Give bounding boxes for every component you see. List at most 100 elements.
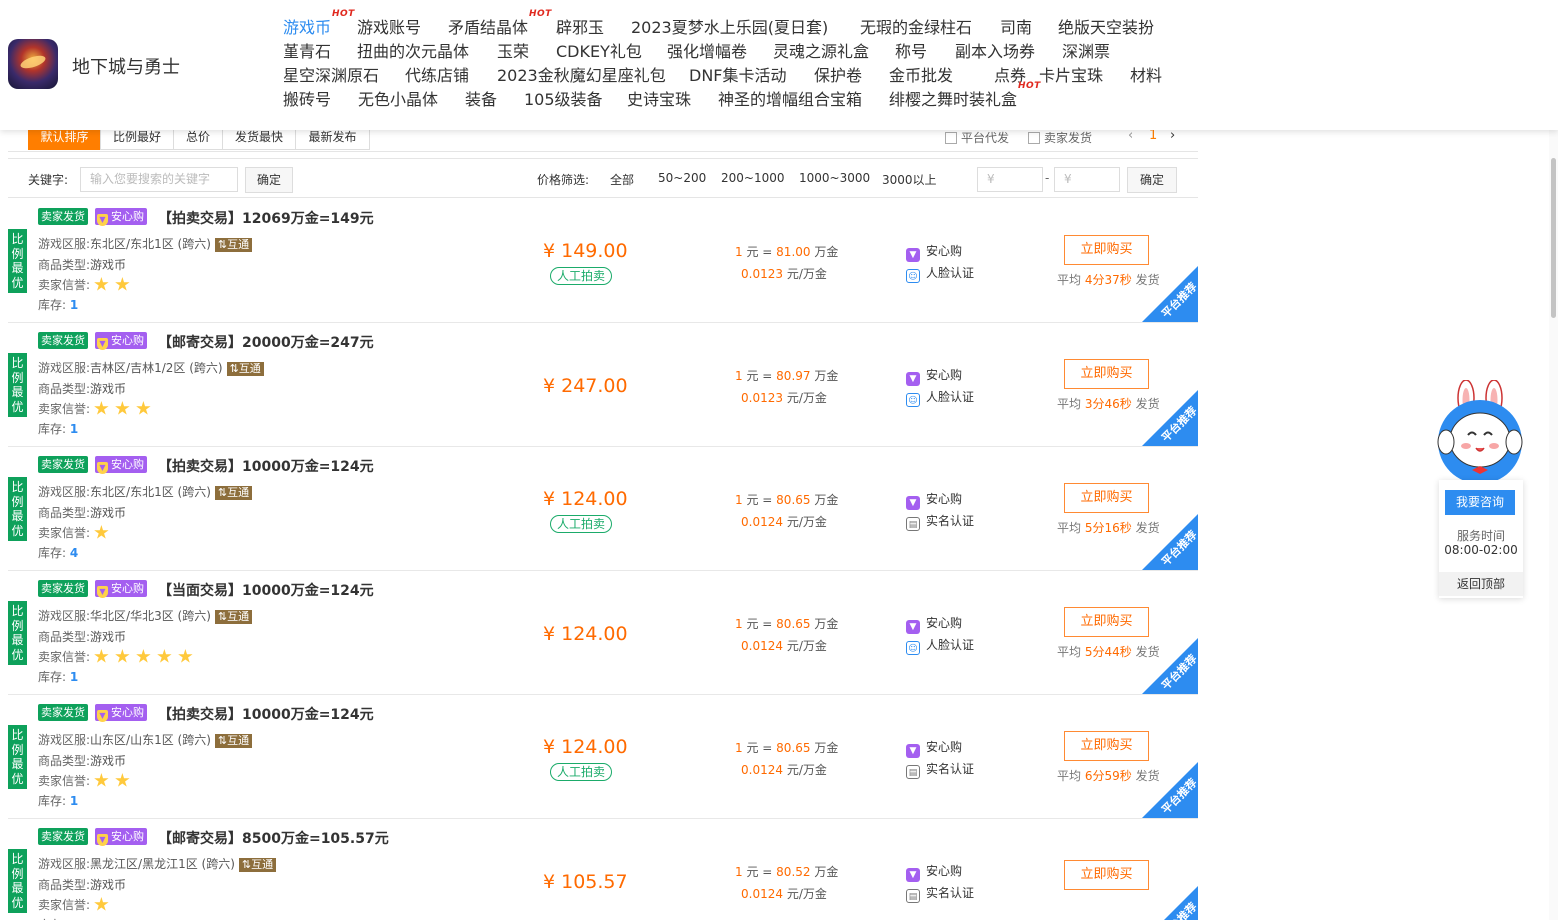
nav-item[interactable]: 神圣的增幅组合宝箱 bbox=[718, 88, 862, 112]
nav-item[interactable]: 深渊票 bbox=[1062, 40, 1110, 64]
price-option-3000-plus[interactable]: 3000以上 bbox=[882, 171, 937, 188]
nav-item[interactable]: 105级装备 bbox=[524, 88, 603, 112]
keyword-input[interactable]: 输入您要搜索的关键字 bbox=[80, 167, 238, 192]
nav-item[interactable]: 扭曲的次元晶体 bbox=[357, 40, 469, 64]
nav-item[interactable]: CDKEY礼包 bbox=[556, 40, 642, 64]
buy-now-button[interactable]: 立即购买 bbox=[1064, 483, 1149, 513]
nav-item[interactable]: 游戏币 bbox=[283, 16, 331, 40]
current-page[interactable]: 1 bbox=[1149, 128, 1157, 143]
listing-title[interactable]: 【邮寄交易】20000万金=247元 bbox=[158, 332, 374, 352]
badge-label: 互通 bbox=[227, 610, 250, 623]
next-page-button[interactable]: › bbox=[1170, 128, 1175, 143]
nav-item[interactable]: 保护卷 bbox=[814, 64, 862, 88]
nav-item[interactable]: 2023金秋魔幻星座礼包 bbox=[497, 64, 666, 88]
listing-title[interactable]: 【当面交易】10000万金=124元 bbox=[158, 580, 374, 600]
nav-item[interactable]: 绝版天空装扮 bbox=[1058, 16, 1154, 40]
platform-ship-checkbox[interactable]: 平台代发 bbox=[945, 129, 1009, 146]
game-logo[interactable] bbox=[8, 39, 58, 89]
nav-item[interactable]: 卡片宝珠 bbox=[1039, 64, 1103, 88]
nav-item[interactable]: 副本入场券 bbox=[955, 40, 1035, 64]
nav-item[interactable]: 2023夏梦水上乐园(夏日套) bbox=[631, 16, 828, 40]
nav-item[interactable]: 辟邪玉 bbox=[556, 16, 604, 40]
safe-buy-service: ▼ 安心购 bbox=[906, 614, 962, 634]
price-option-200-1000[interactable]: 200~1000 bbox=[721, 171, 785, 185]
nav-item[interactable]: 绯樱之舞时装礼盒 bbox=[889, 88, 1017, 112]
checkbox-icon[interactable] bbox=[945, 132, 957, 144]
back-to-top-button[interactable]: 返回顶部 bbox=[1439, 572, 1523, 596]
buy-now-button[interactable]: 立即购买 bbox=[1064, 860, 1149, 890]
game-title[interactable]: 地下城与勇士 bbox=[72, 53, 180, 79]
page-scrollbar[interactable] bbox=[1549, 0, 1558, 920]
badge-label: 平台推荐 bbox=[1158, 899, 1198, 920]
nav-item[interactable]: 史诗宝珠 bbox=[627, 88, 691, 112]
listing-row[interactable]: 比例最优 卖家发货 ▼ 安心购 【拍卖交易】10000万金=124元 游戏区服:东北区/东… bbox=[8, 447, 1198, 571]
scrollbar-thumb[interactable] bbox=[1551, 158, 1556, 318]
id-verify-icon: ▤ bbox=[906, 889, 920, 903]
prev-page-button[interactable]: ‹ bbox=[1128, 128, 1133, 143]
min-price-input[interactable]: ¥ bbox=[977, 167, 1043, 192]
nav-item[interactable]: 无瑕的金绿柱石 bbox=[860, 16, 972, 40]
listing-row[interactable]: 比例最优 卖家发货 ▼ 安心购 【拍卖交易】12069万金=149元 游戏区服:东北区/东… bbox=[8, 199, 1198, 323]
nav-item[interactable]: 装备 bbox=[465, 88, 497, 112]
nav-item[interactable]: 无色小晶体 bbox=[358, 88, 438, 112]
cert-service: ☺ 人脸认证 bbox=[906, 636, 974, 655]
safe-buy-service: ▼ 安心购 bbox=[906, 738, 962, 758]
nav-item[interactable]: DNF集卡活动 bbox=[689, 64, 787, 88]
field-label: 游戏区服: bbox=[38, 361, 91, 375]
nav-item[interactable]: 司南 bbox=[1000, 16, 1032, 40]
nav-item[interactable]: 游戏账号 bbox=[357, 16, 421, 40]
nav-item[interactable]: 灵魂之源礼盒 bbox=[773, 40, 869, 64]
nav-item[interactable]: 代练店铺 bbox=[405, 64, 469, 88]
price-option-50-200[interactable]: 50~200 bbox=[658, 171, 706, 185]
nav-item[interactable]: 玉荣 bbox=[497, 40, 529, 64]
ratio-one: 1 bbox=[735, 369, 743, 383]
field-label: 游戏区服: bbox=[38, 237, 91, 251]
seller-ship-badge: 卖家发货 bbox=[38, 208, 88, 225]
service-label: 安心购 bbox=[926, 492, 963, 506]
avg-time-value: 5分44秒 bbox=[1084, 645, 1132, 659]
nav-item[interactable]: 金币批发 bbox=[889, 64, 953, 88]
type-value: 游戏币 bbox=[90, 382, 127, 396]
checkbox-icon[interactable] bbox=[1028, 132, 1040, 144]
listing-title[interactable]: 【拍卖交易】12069万金=149元 bbox=[158, 208, 374, 228]
listing-row[interactable]: 比例最优 卖家发货 ▼ 安心购 【当面交易】10000万金=124元 游戏区服:华北区/华… bbox=[8, 571, 1198, 695]
nav-item[interactable]: 强化增幅卷 bbox=[667, 40, 747, 64]
badge-label: 平台推荐 bbox=[1159, 776, 1198, 817]
nav-item[interactable]: 搬砖号 bbox=[283, 88, 331, 112]
platform-recommend-badge: 平台推荐 bbox=[1142, 886, 1198, 920]
current-page-number[interactable]: 1 bbox=[1149, 128, 1157, 143]
seller-ship-badge: 卖家发货 bbox=[38, 704, 88, 721]
service-label: 安心购 bbox=[926, 616, 963, 630]
price-option-1000-3000[interactable]: 1000~3000 bbox=[799, 171, 870, 185]
listing-row[interactable]: 比例最优 卖家发货 ▼ 安心购 【拍卖交易】10000万金=124元 游戏区服:山东区/山… bbox=[8, 695, 1198, 819]
nav-item[interactable]: 矛盾结晶体 bbox=[448, 16, 528, 40]
service-label: 安心购 bbox=[926, 368, 963, 382]
nav-item[interactable]: 称号 bbox=[895, 40, 927, 64]
stock-line: 库存: 1 bbox=[38, 296, 78, 313]
nav-item[interactable]: 堇青石 bbox=[283, 40, 331, 64]
nav-item[interactable]: 材料 bbox=[1130, 64, 1162, 88]
best-ratio-badge: 比例最优 bbox=[8, 725, 27, 789]
seller-ship-checkbox[interactable]: 卖家发货 bbox=[1028, 129, 1092, 146]
buy-now-button[interactable]: 立即购买 bbox=[1064, 235, 1149, 265]
max-price-input[interactable]: ¥ bbox=[1054, 167, 1120, 192]
keyword-confirm-button[interactable]: 确定 bbox=[245, 167, 293, 193]
listing-title[interactable]: 【邮寄交易】8500万金=105.57元 bbox=[158, 828, 389, 848]
stock-line: 库存: 1 bbox=[38, 420, 78, 437]
listing-row[interactable]: 比例最优 卖家发货 ▼ 安心购 【邮寄交易】20000万金=247元 游戏区服:吉林区/吉… bbox=[8, 323, 1198, 447]
consult-button[interactable]: 我要咨询 bbox=[1445, 490, 1515, 515]
listing-title[interactable]: 【拍卖交易】10000万金=124元 bbox=[158, 456, 374, 476]
seller-ship-badge: 卖家发货 bbox=[38, 332, 88, 349]
shield-icon: ▼ bbox=[97, 834, 108, 846]
region-line: 游戏区服:东北区/东北1区 (跨六) ⇅互通 bbox=[38, 235, 253, 252]
listing-row[interactable]: 比例最优 卖家发货 ▼ 安心购 【邮寄交易】8500万金=105.57元 游戏区服:黑龙江… bbox=[8, 819, 1198, 920]
buy-now-button[interactable]: 立即购买 bbox=[1064, 359, 1149, 389]
buy-now-button[interactable]: 立即购买 bbox=[1064, 607, 1149, 637]
price-option-all[interactable]: 全部 bbox=[610, 171, 634, 188]
listing-title[interactable]: 【拍卖交易】10000万金=124元 bbox=[158, 704, 374, 724]
nav-item[interactable]: 星空深渊原石 bbox=[283, 64, 379, 88]
price-confirm-button[interactable]: 确定 bbox=[1127, 167, 1177, 193]
credit-stars bbox=[94, 773, 136, 791]
buy-now-button[interactable]: 立即购买 bbox=[1064, 731, 1149, 761]
cert-service: ▤ 实名认证 bbox=[906, 760, 974, 779]
